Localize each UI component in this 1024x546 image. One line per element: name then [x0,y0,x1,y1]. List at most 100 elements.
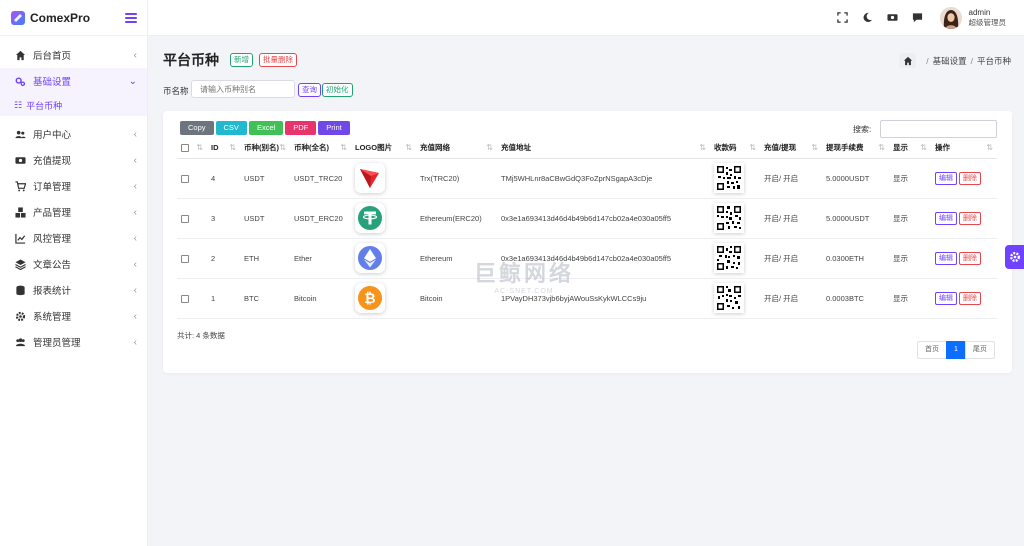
status-cell: 开启/ 开启 [760,198,822,239]
brand-logo-icon [11,10,25,25]
alias-cell: BTC [240,278,290,319]
svg-text:₿: ₿ [364,291,375,307]
sidebar-item-label: 产品管理 [33,208,72,219]
show-cell: 显示 [889,198,931,239]
sidebar-item-orders[interactable]: 订单管理 ‹ [0,173,147,199]
select-all-checkbox[interactable] [181,144,189,153]
id-cell: 1 [207,278,240,319]
users-icon [14,128,26,140]
sidebar-subitem-platform-currency[interactable]: ☷ 平台币种 [0,94,147,116]
column-header[interactable]: ID ⇅ [207,138,240,159]
address-cell: 1PVayDH373vjb6byjAWouSsKykWLCCs9ju [497,278,710,319]
page-button-current[interactable]: 1 [946,341,966,359]
logo-cell: ₿ [351,278,416,319]
dark-mode-moon-icon[interactable] [862,12,874,24]
currency-name-input[interactable] [191,80,295,98]
print-button[interactable]: Print [318,121,350,135]
qr-code-icon[interactable] [714,163,744,193]
reset-button[interactable]: 初始化 [322,83,353,97]
delete-button[interactable]: 删除 [959,211,981,225]
delete-button[interactable]: 删除 [959,171,981,185]
chevron-down-icon: ⌄ [128,75,137,87]
column-header[interactable]: 收款码 ⇅ [710,138,760,159]
table-search-input[interactable] [880,120,997,138]
network-cell: Ethereum [416,238,497,279]
column-header[interactable]: 显示 ⇅ [889,138,931,159]
column-header[interactable]: 币种(全名) ⇅ [290,138,351,159]
excel-button[interactable]: Excel [248,121,284,135]
home-icon[interactable] [899,53,917,68]
breadcrumb-item[interactable]: 基础设置 [933,55,967,67]
breadcrumb: / 基础设置 / 平台币种 [899,53,1011,68]
column-header[interactable]: 操作 ⇅ [931,138,997,159]
sidebar-item-users[interactable]: 用户中心 ‹ [0,121,147,147]
column-header[interactable]: 提现手续费 ⇅ [822,138,889,159]
select-all-header: ⇅ [177,138,207,159]
sidebar-item-reports[interactable]: 报表统计 ‹ [0,277,147,303]
user-info[interactable]: admin 超级管理员 [969,8,1007,27]
sidebar-item-label: 风控管理 [33,234,72,245]
sort-icon[interactable]: ⇅ [196,143,203,152]
row-select-cell [177,278,207,319]
edit-button[interactable]: 编辑 [935,251,957,265]
sidebar-item-admins[interactable]: 管理员管理 ‹ [0,329,147,355]
column-header[interactable]: 币种(别名) ⇅ [240,138,290,159]
bitcoin-logo-icon: ₿ [355,283,385,313]
menu-toggle-button[interactable] [125,12,137,23]
cart-icon [14,180,26,192]
sidebar-item-basic-settings[interactable]: 基础设置 ⌄ [0,68,147,94]
column-header[interactable]: 充值网络 ⇅ [416,138,497,159]
edit-button[interactable]: 编辑 [935,211,957,225]
last-page-button[interactable]: 尾页 [964,341,995,359]
row-select-cell [177,198,207,239]
sidebar-item-articles[interactable]: 文章公告 ‹ [0,251,147,277]
delete-button[interactable]: 删除 [959,251,981,265]
qr-code-icon[interactable] [714,203,744,233]
fullscreen-icon[interactable] [837,12,849,24]
csv-button[interactable]: CSV [215,121,247,135]
message-icon[interactable] [912,12,924,24]
batch-delete-button[interactable]: 批量删除 [259,53,297,67]
row-checkbox[interactable] [181,214,189,223]
first-page-button[interactable]: 首页 [917,341,947,359]
query-button[interactable]: 查询 [298,83,321,97]
sidebar-item-label: 用户中心 [33,130,72,141]
fullname-cell: USDT_TRC20 [290,158,351,199]
network-cell: Trx(TRC20) [416,158,497,199]
settings-panel-button[interactable] [1005,245,1024,269]
address-cell: 0x3e1a693413d46d4b49b6d147cb02a4e030a05f… [497,238,710,279]
row-checkbox[interactable] [181,294,189,303]
sidebar-item-risk-control[interactable]: 风控管理 ‹ [0,225,147,251]
column-header[interactable]: 充值/提现 ⇅ [760,138,822,159]
pdf-button[interactable]: PDF [285,121,317,135]
search-label: 搜索: [853,125,872,134]
sidebar-item-label: 系统管理 [33,312,72,323]
qr-code-icon[interactable] [714,283,744,313]
sidebar-item-system[interactable]: 系统管理 ‹ [0,303,147,329]
edit-button[interactable]: 编辑 [935,291,957,305]
currency-table-card: Copy CSV Excel PDF Print 搜索: ⇅ ID ⇅ 币种(别名… [163,111,1012,373]
database-icon [14,284,26,296]
copy-button[interactable]: Copy [180,121,214,135]
delete-button[interactable]: 删除 [959,291,981,305]
sidebar-item-dashboard[interactable]: 后台首页 ‹ [0,42,147,68]
qr-cell [710,278,760,319]
sidebar-item-deposit-withdraw[interactable]: 充值提现 ‹ [0,147,147,173]
users-cog-icon [14,336,26,348]
sidebar-item-products[interactable]: 产品管理 ‹ [0,199,147,225]
gear-icon [1009,252,1020,262]
row-checkbox[interactable] [181,254,189,263]
column-header[interactable]: LOGO图片 ⇅ [351,138,416,159]
column-header[interactable]: 充值地址 ⇅ [497,138,710,159]
chevron-left-icon: ‹ [133,310,137,322]
avatar[interactable] [939,6,962,29]
money-bill-icon[interactable] [887,12,899,24]
add-button[interactable]: 新增 [230,53,253,67]
chevron-left-icon: ‹ [133,258,137,270]
chevron-left-icon: ‹ [133,232,137,244]
qr-code-icon[interactable] [714,243,744,273]
row-checkbox[interactable] [181,174,189,183]
sidebar-item-label: 基础设置 [33,77,72,88]
edit-button[interactable]: 编辑 [935,171,957,185]
sort-icon: ⇅ [340,143,347,152]
